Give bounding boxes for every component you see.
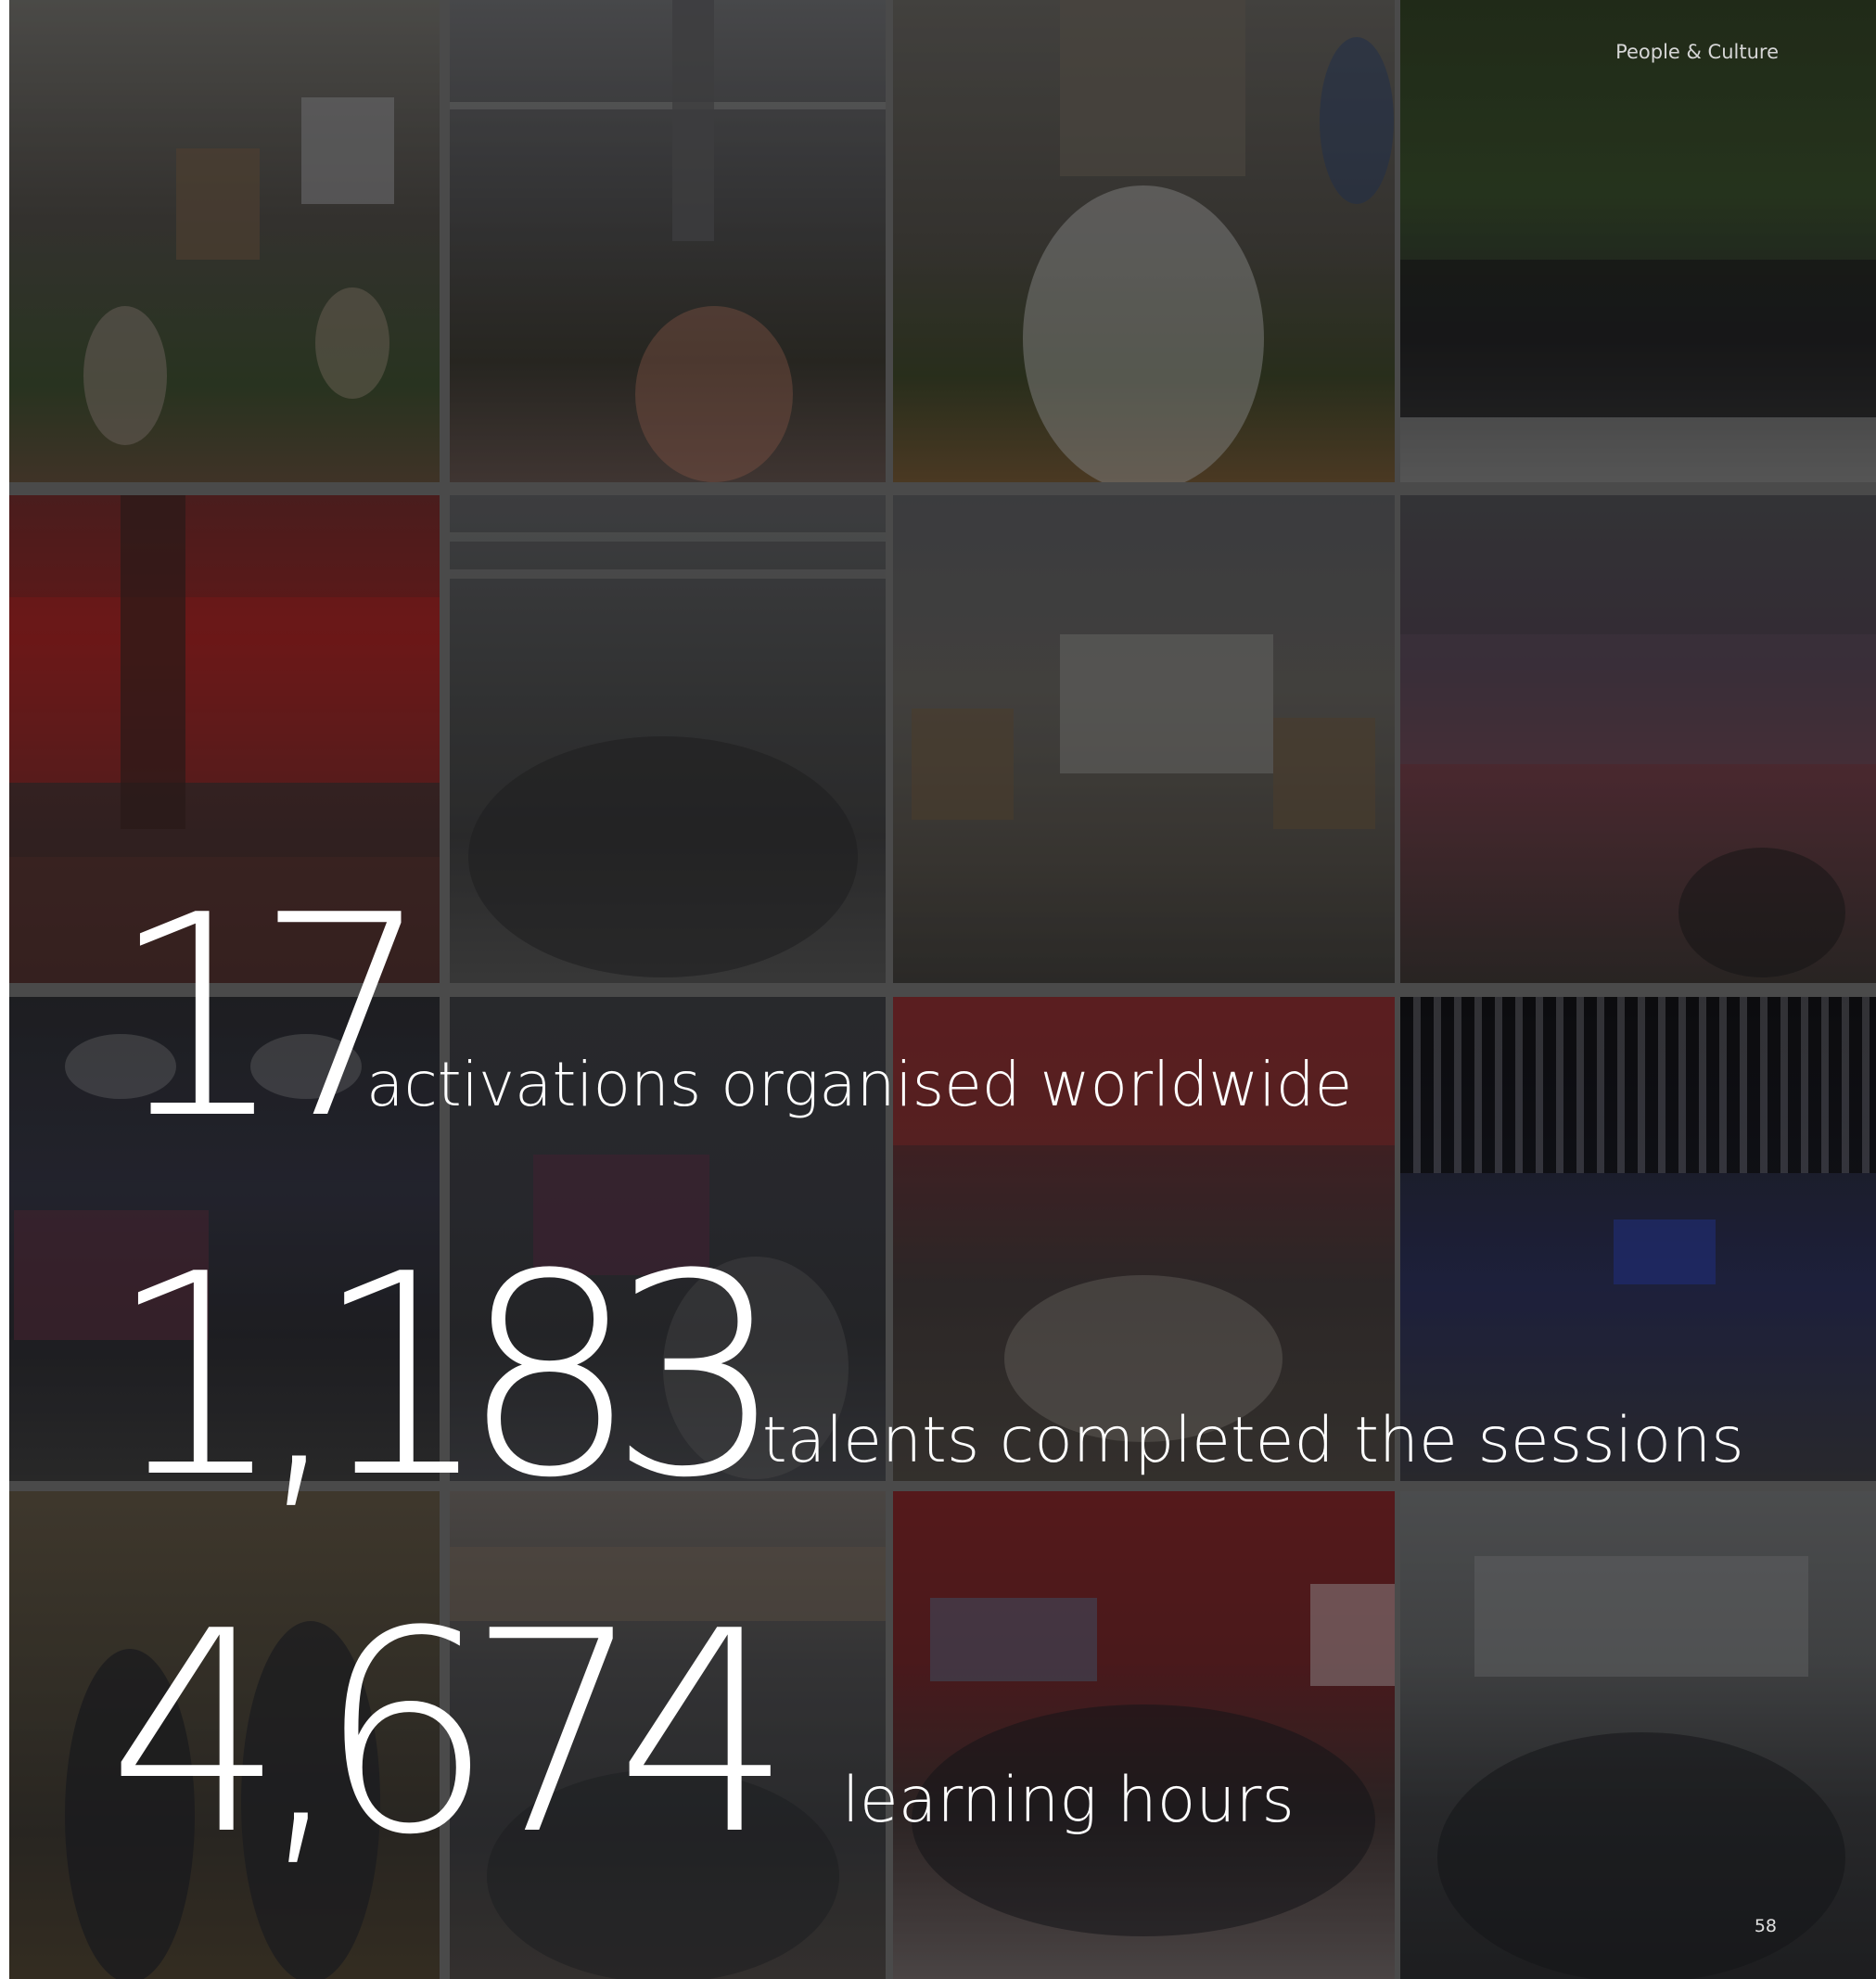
- page-number: 58: [1754, 1916, 1777, 1936]
- photo-group-green-wall: [1400, 0, 1876, 482]
- photo-large-audience-office: [450, 0, 886, 482]
- photo-group-protect-dignity: [893, 1491, 1395, 1979]
- page: People & Culture 17 activations organise…: [9, 0, 1876, 1979]
- photo-speaker-with-microphone: [893, 0, 1395, 482]
- photo-lounge-talk: [1400, 495, 1876, 983]
- stat-learning-hours-number: 4,674: [108, 1572, 793, 1896]
- stat-activations-number: 17: [109, 856, 432, 1180]
- photo-crowd-office-event: [450, 495, 886, 983]
- stat-talents-caption: talents completed the sessions: [762, 1404, 1744, 1477]
- section-label: People & Culture: [1615, 41, 1779, 63]
- photo-presentation-screen: [893, 495, 1395, 983]
- stat-activations-caption: activations organised worldwide: [366, 1049, 1353, 1120]
- photo-audience-seated-floor: [9, 0, 440, 482]
- stat-learning-hours-caption: learning hours: [842, 1764, 1295, 1837]
- photo-laptop-workshop: [1400, 1491, 1876, 1979]
- stat-talents-number: 1,183: [108, 1215, 785, 1539]
